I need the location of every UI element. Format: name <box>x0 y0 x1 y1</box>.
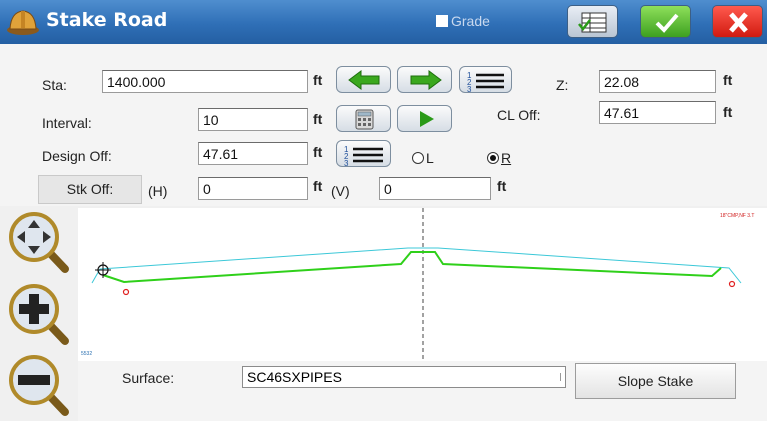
design-line <box>102 251 722 284</box>
window-title: Stake Road <box>46 9 168 31</box>
design-off-unit: ft <box>313 144 323 160</box>
play-icon <box>420 111 434 127</box>
side-right-radio[interactable]: R <box>487 150 511 166</box>
interval-label: Interval: <box>42 115 92 131</box>
target-icon <box>95 262 111 278</box>
table-icon <box>578 12 607 33</box>
interval-input[interactable]: 10 <box>198 108 308 131</box>
calculator-icon <box>355 109 374 130</box>
grade-label: Grade <box>451 13 490 29</box>
design-off-input[interactable]: 47.61 <box>198 142 308 165</box>
side-left-radio[interactable]: L <box>412 150 434 166</box>
radio-right-dot[interactable] <box>487 152 499 164</box>
design-off-label: Design Off: <box>42 148 112 164</box>
surface-value: SC46SXPIPES <box>247 369 342 385</box>
stk-off-h-label: (H) <box>148 183 168 199</box>
stk-off-v-input[interactable]: 0 <box>379 177 491 200</box>
stk-off-h-input[interactable]: 0 <box>198 177 308 200</box>
z-input[interactable]: 22.08 <box>599 70 716 93</box>
station-list-button[interactable]: 1 2 3 <box>459 66 512 94</box>
svg-text:3: 3 <box>467 85 472 94</box>
cl-off-unit: ft <box>723 104 733 120</box>
numbered-list-icon: 1 2 3 <box>344 145 383 168</box>
checkmark-icon <box>655 13 679 33</box>
dropdown-arrow-icon[interactable] <box>560 373 563 381</box>
stk-off-v-unit: ft <box>497 178 507 194</box>
stake-point-right <box>728 280 736 288</box>
svg-text:3: 3 <box>344 159 349 168</box>
z-unit: ft <box>723 72 733 88</box>
play-button[interactable] <box>397 105 452 132</box>
scale-label: 5532 <box>81 351 92 357</box>
hard-hat-icon <box>7 10 39 35</box>
arrow-right-icon <box>410 70 442 90</box>
close-icon <box>729 12 748 33</box>
next-station-button[interactable] <box>397 66 452 93</box>
previous-station-button[interactable] <box>336 66 391 93</box>
stk-off-button[interactable]: Stk Off: <box>38 175 142 204</box>
sta-unit: ft <box>313 72 323 88</box>
z-label: Z: <box>556 77 569 93</box>
offset-list-button[interactable]: 1 2 3 <box>336 140 391 168</box>
stk-off-v-label: (V) <box>331 183 350 199</box>
cl-off-input[interactable]: 47.61 <box>599 101 716 124</box>
zoom-out-button[interactable] <box>7 353 72 419</box>
zoom-in-button[interactable] <box>7 282 72 348</box>
arrow-left-icon <box>348 70 380 90</box>
stk-off-h-unit: ft <box>313 178 323 194</box>
sta-input[interactable]: 1400.000 <box>102 70 308 93</box>
grade-checkbox[interactable]: Grade <box>436 13 490 29</box>
zoom-pan-button[interactable] <box>7 210 72 276</box>
ok-button[interactable] <box>640 5 691 38</box>
surface-select[interactable]: SC46SXPIPES <box>242 366 566 388</box>
cancel-button[interactable] <box>712 5 763 38</box>
sta-label: Sta: <box>42 77 67 93</box>
pipe-label: 18"CMP,NF 3.T <box>720 213 754 219</box>
table-view-button[interactable] <box>567 5 618 38</box>
surface-label: Surface: <box>122 370 175 386</box>
numbered-list-icon: 1 2 3 <box>467 71 504 94</box>
side-right-label: R <box>501 150 512 166</box>
radio-left-dot[interactable] <box>412 152 424 164</box>
grade-checkbox-box[interactable] <box>436 15 448 27</box>
cl-off-label: CL Off: <box>497 107 541 123</box>
side-left-label: L <box>426 150 434 166</box>
cross-section-canvas[interactable]: 18"CMP,NF 3.T 5532 <box>78 208 767 361</box>
stake-point-left <box>122 288 130 296</box>
title-bar: Stake Road Grade <box>0 0 767 44</box>
slope-stake-button[interactable]: Slope Stake <box>575 363 736 399</box>
calculator-button[interactable] <box>336 105 391 132</box>
interval-unit: ft <box>313 111 323 127</box>
